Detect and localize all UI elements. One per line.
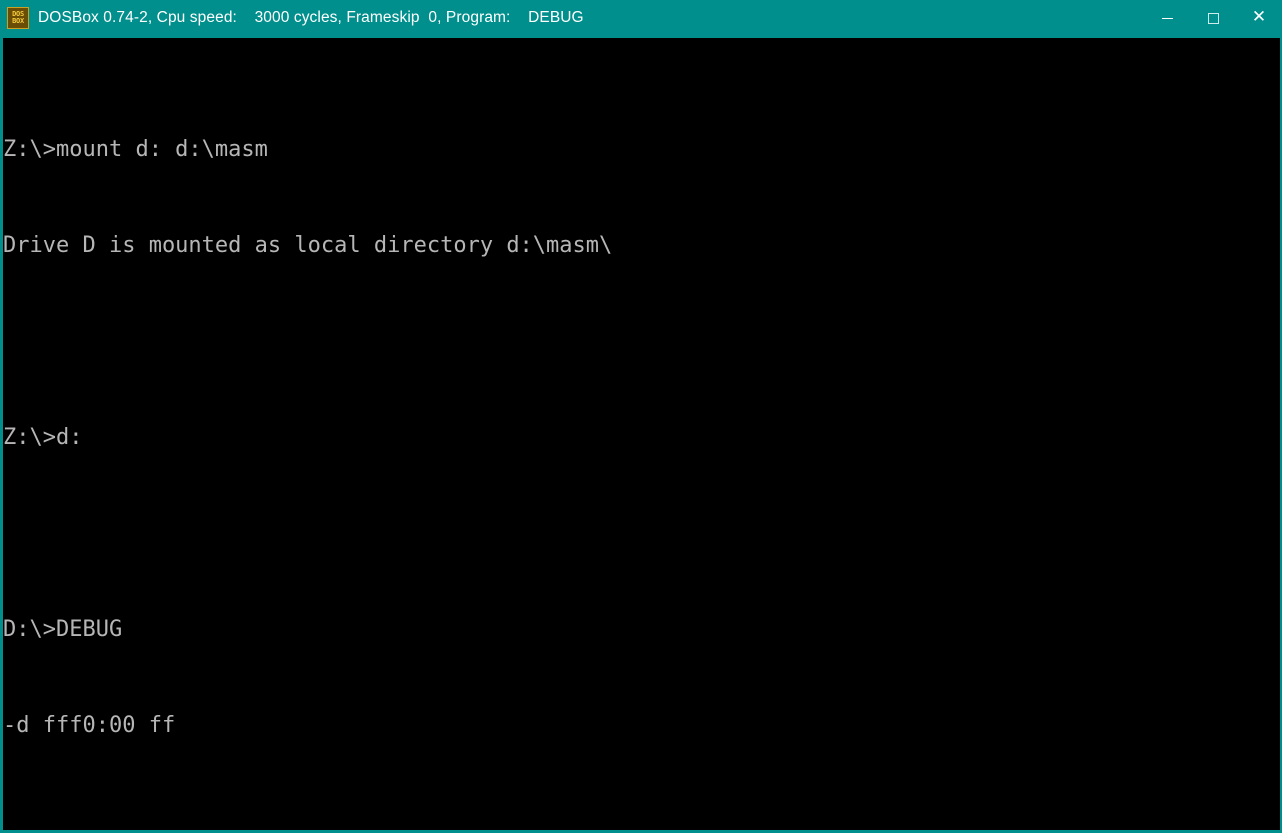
- window-controls: ✕: [1144, 0, 1282, 36]
- debug-command-line: -d fff0:00 ff: [3, 713, 176, 738]
- minimize-icon: [1161, 17, 1173, 19]
- minimize-button[interactable]: [1144, 0, 1190, 36]
- maximize-icon: [1207, 12, 1219, 24]
- dos-terminal-screen[interactable]: Z:\>mount d: d:\masm Drive D is mounted …: [3, 38, 1280, 830]
- terminal-line: Z:\>mount d: d:\masm: [3, 137, 268, 162]
- window-title: DOSBox 0.74-2, Cpu speed: 3000 cycles, F…: [38, 9, 584, 26]
- terminal-line: D:\>DEBUG: [3, 617, 123, 642]
- terminal-line: Z:\>d:: [3, 425, 83, 450]
- terminal-line: Drive D is mounted as local directory d:…: [3, 233, 613, 258]
- maximize-button[interactable]: [1190, 0, 1236, 36]
- dosbox-app-icon: DOS BOX: [7, 7, 29, 29]
- app-icon-line-2: BOX: [12, 17, 24, 25]
- dosbox-window: DOS BOX DOSBox 0.74-2, Cpu speed: 3000 c…: [0, 0, 1282, 833]
- terminal-frame: Z:\>mount d: d:\masm Drive D is mounted …: [0, 36, 1282, 833]
- titlebar[interactable]: DOS BOX DOSBox 0.74-2, Cpu speed: 3000 c…: [0, 0, 1282, 36]
- close-icon: ✕: [1251, 6, 1267, 27]
- close-button[interactable]: ✕: [1236, 0, 1282, 36]
